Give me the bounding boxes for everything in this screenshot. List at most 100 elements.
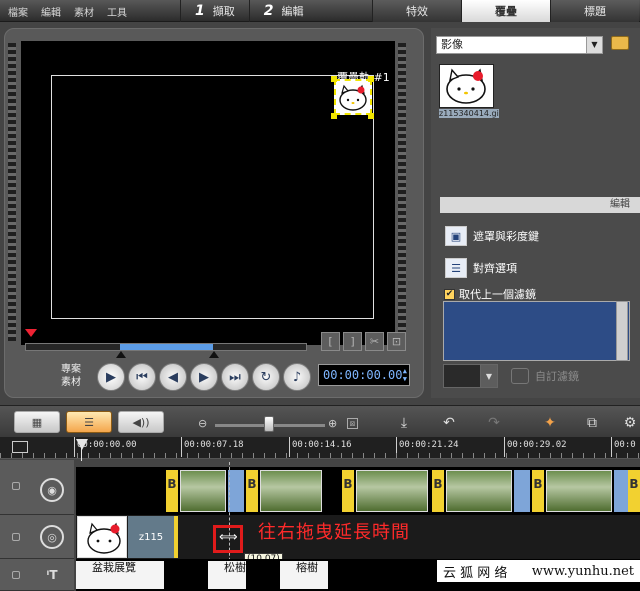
transition-clip[interactable]: B: [532, 470, 544, 512]
lock-icon[interactable]: [12, 533, 20, 541]
volume-button[interactable]: ♪: [283, 363, 311, 391]
batch-convert-icon[interactable]: ⧉: [580, 412, 604, 434]
scrub-bar[interactable]: [25, 329, 307, 359]
split-clip-button[interactable]: ✂: [365, 332, 384, 351]
insert-media-icon[interactable]: ⤓: [392, 412, 416, 434]
overlay-clip-thumbnail[interactable]: [77, 516, 127, 558]
lock-icon[interactable]: [12, 482, 20, 490]
storyboard-view-button[interactable]: ▦: [14, 411, 60, 433]
transition-clip[interactable]: B: [432, 470, 444, 512]
film-strip-right: [398, 43, 406, 341]
timeline-ruler[interactable]: 00:00:00.00 00:00:07.18 00:00:14.16 00:0…: [0, 437, 640, 459]
chevron-down-icon[interactable]: ▼: [480, 364, 498, 388]
audio-view-button[interactable]: ◀)): [118, 411, 164, 433]
overlay-track-icon[interactable]: ◎: [40, 525, 64, 549]
film-strip-left: [8, 43, 16, 341]
step-label: 編輯: [281, 5, 304, 18]
transition-clip[interactable]: B: [628, 470, 640, 512]
transition-clip[interactable]: B: [246, 470, 258, 512]
repeat-button[interactable]: ↻: [252, 363, 280, 391]
undo-icon[interactable]: ↶: [437, 412, 461, 434]
mask-chroma-key-option[interactable]: ▣ 遮罩與彩度鍵: [445, 226, 539, 246]
chevron-down-icon[interactable]: ▼: [586, 37, 602, 53]
settings-icon[interactable]: ⚙: [618, 412, 640, 434]
filter-list[interactable]: [443, 301, 630, 361]
custom-filter-button[interactable]: 自訂濾鏡: [511, 368, 579, 384]
resize-handle[interactable]: [331, 76, 337, 82]
hello-kitty-icon: [87, 522, 121, 554]
filter-list-scrollbar[interactable]: [616, 301, 628, 361]
align-icon: ☰: [445, 258, 467, 278]
tab-overlay[interactable]: 覆疊: [461, 0, 550, 22]
play-button[interactable]: ▶: [97, 363, 125, 391]
transition-clip[interactable]: B: [166, 470, 178, 512]
menu-clip[interactable]: 素材: [72, 3, 96, 20]
trim-selection: [120, 344, 213, 350]
align-options-option[interactable]: ☰ 對齊選項: [445, 258, 517, 278]
clip-mode-label[interactable]: 素材: [61, 376, 81, 389]
video-track-header: ◉: [0, 460, 74, 515]
overlay-image[interactable]: [334, 79, 372, 115]
step-capture[interactable]: 1 擷取: [180, 0, 249, 22]
title-track-icon[interactable]: ᴵT: [40, 563, 64, 587]
timecode-field[interactable]: 00:00:00.00 ▲ ▼: [318, 364, 410, 386]
folder-icon[interactable]: [611, 36, 629, 50]
step-edit[interactable]: 2 編輯: [248, 0, 318, 22]
step-tabs: 1 擷取 2 編輯: [180, 0, 318, 22]
video-clip[interactable]: [356, 470, 428, 512]
video-track-icon[interactable]: ◉: [40, 478, 64, 502]
preview-screen[interactable]: 覆疊軌 #1: [21, 41, 395, 345]
timecode-spinner-icon[interactable]: ▲ ▼: [403, 367, 407, 383]
timeline-playhead[interactable]: [76, 439, 88, 450]
mark-in-button[interactable]: [: [321, 332, 340, 351]
preview-panel: 覆疊軌 #1 [] ✂ ⊡ 專案 素材 ▶ ⏮ ◀ ▶ ⏭ ↻ ♪ 00:00…: [4, 28, 424, 398]
drag-annotation: 往右拖曳延長時間: [258, 522, 410, 543]
mark-out-handle[interactable]: [209, 351, 219, 358]
zoom-out-icon[interactable]: ⊖: [198, 417, 207, 430]
resize-handle[interactable]: [331, 113, 337, 119]
overlay-clip[interactable]: z115: [128, 516, 178, 558]
menu-tools[interactable]: 工具: [105, 3, 129, 20]
video-clip[interactable]: [446, 470, 512, 512]
title-clip[interactable]: 榕樹: [280, 561, 328, 589]
ruler-tick-label: 00:00:14.16: [289, 437, 352, 457]
replace-filter-label: 取代上一個濾鏡: [459, 288, 536, 301]
transport-controls: ▶ ⏮ ◀ ▶ ⏭ ↻ ♪: [97, 363, 311, 391]
video-clip[interactable]: [546, 470, 612, 512]
mask-icon: ▣: [445, 226, 467, 246]
video-clip[interactable]: [180, 470, 226, 512]
next-frame-button[interactable]: ▶: [190, 363, 218, 391]
clip-gap: [514, 470, 530, 512]
tab-effects[interactable]: 特效: [372, 0, 461, 22]
resize-handle[interactable]: [368, 113, 374, 119]
mark-out-button[interactable]: ]: [343, 332, 362, 351]
replace-filter-checkbox[interactable]: ✔ 取代上一個濾鏡: [444, 286, 536, 302]
title-clip[interactable]: 盆栽展覽: [76, 561, 164, 589]
home-button[interactable]: ⏮: [128, 363, 156, 391]
video-track[interactable]: B B B B B B: [76, 467, 640, 515]
resize-handle[interactable]: [368, 76, 374, 82]
menu-edit[interactable]: 編輯: [39, 3, 63, 20]
zoom-in-icon[interactable]: ⊕: [328, 417, 337, 430]
step-label: 擷取: [212, 5, 235, 18]
enlarge-button[interactable]: ⊡: [387, 332, 406, 351]
smart-proxy-icon[interactable]: ✦: [538, 412, 562, 434]
project-mode-label[interactable]: 專案: [61, 363, 81, 376]
title-clip[interactable]: 松樹: [208, 561, 246, 589]
mark-in-handle[interactable]: [116, 351, 126, 358]
library-thumbnail[interactable]: [439, 64, 494, 108]
redo-icon[interactable]: ↷: [482, 412, 506, 434]
transition-clip[interactable]: B: [342, 470, 354, 512]
overlay-track-header: ◎: [0, 515, 74, 559]
library-category-select[interactable]: 影像 ▼: [436, 36, 603, 54]
tab-title[interactable]: 標題: [550, 0, 639, 22]
video-clip[interactable]: [260, 470, 322, 512]
playhead-marker[interactable]: [25, 329, 37, 337]
menu-file[interactable]: 檔案: [6, 3, 30, 20]
zoom-slider-knob[interactable]: [264, 416, 274, 432]
lock-icon[interactable]: [12, 571, 20, 579]
end-button[interactable]: ⏭: [221, 363, 249, 391]
previous-frame-button[interactable]: ◀: [159, 363, 187, 391]
fit-to-window-icon[interactable]: ⊠: [347, 418, 358, 429]
timeline-view-button[interactable]: ☰: [66, 411, 112, 433]
